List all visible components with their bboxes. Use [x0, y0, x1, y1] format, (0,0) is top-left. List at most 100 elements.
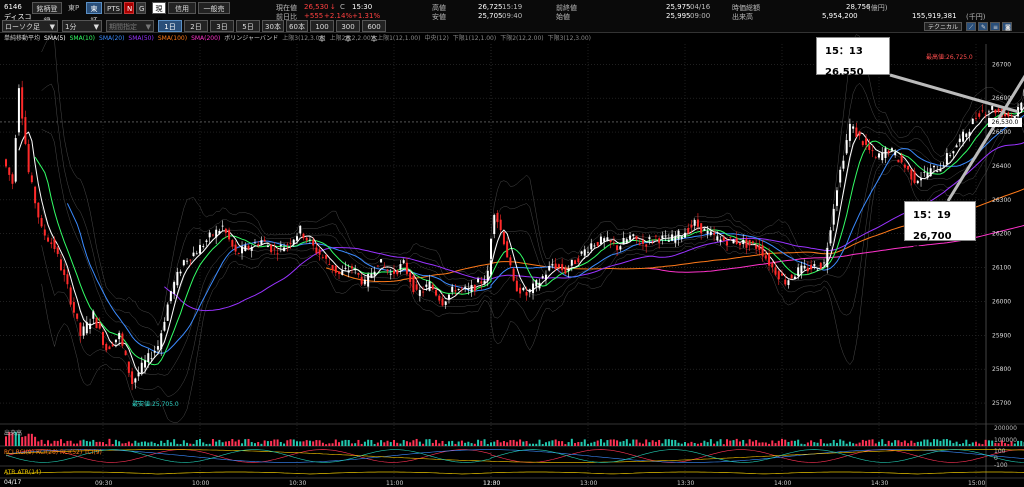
volume-bar — [325, 444, 328, 446]
candle-body — [522, 287, 525, 291]
candle-body — [525, 292, 528, 296]
volume-bar — [551, 440, 554, 446]
candle-body — [40, 218, 43, 227]
candle-body — [813, 264, 816, 266]
date-label: 04/17 — [4, 479, 22, 486]
volume-bar — [557, 441, 560, 446]
volume-bar — [431, 442, 434, 446]
candle-body — [703, 228, 706, 231]
volume-bar — [903, 440, 906, 446]
volume-bar — [538, 439, 541, 446]
candle-body — [1020, 102, 1023, 111]
volume-bar — [153, 442, 156, 446]
candle-body — [296, 236, 298, 241]
x-tick-label: 09:30 — [95, 480, 112, 487]
volume-bar — [186, 442, 189, 446]
candle-body — [438, 295, 441, 301]
volume-bar — [852, 443, 855, 446]
candle-body — [975, 117, 977, 119]
candle-body — [709, 231, 712, 235]
volume-bar — [102, 442, 104, 446]
volume-bar — [341, 440, 344, 446]
volume-bar — [716, 441, 719, 446]
volume-bar — [435, 439, 438, 446]
candle-body — [839, 169, 842, 183]
candle-body — [85, 322, 88, 334]
volume-bar — [56, 440, 59, 446]
volume-bar — [574, 443, 577, 446]
volume-bar — [412, 440, 415, 446]
candle-body — [383, 266, 386, 268]
candle-body — [984, 114, 987, 116]
candle-body — [8, 167, 11, 175]
volume-bar — [561, 441, 564, 446]
volume-bar — [654, 441, 657, 446]
candle-body — [234, 244, 237, 252]
candle-body — [380, 259, 383, 263]
candle-body — [913, 171, 916, 183]
volume-bar — [257, 441, 260, 446]
volume-bar — [43, 443, 46, 446]
volume-bar — [884, 443, 887, 446]
volume-bar — [965, 439, 968, 446]
candle-body — [5, 159, 7, 167]
candle-body — [221, 225, 224, 227]
candle-body — [515, 280, 518, 292]
candle-body — [861, 141, 864, 146]
candle-body — [781, 273, 783, 276]
volume-bar — [360, 443, 363, 446]
candle-body — [732, 239, 735, 244]
volume-bar — [768, 443, 771, 446]
volume-bar — [761, 442, 764, 446]
candle-body — [76, 313, 79, 319]
candle-body — [790, 274, 793, 279]
candle-body — [211, 234, 214, 236]
candle-body — [1004, 113, 1007, 117]
volume-bar — [829, 443, 832, 446]
volume-bar — [703, 440, 706, 446]
candle-body — [92, 311, 95, 319]
volume-bar — [208, 443, 211, 446]
volume-bar — [832, 439, 835, 446]
volume-bar — [460, 440, 463, 446]
volume-bar — [635, 439, 638, 446]
candle-body — [816, 269, 819, 271]
volume-bar — [987, 440, 990, 446]
volume-bar — [250, 442, 253, 446]
candle-body — [991, 106, 994, 110]
candle-body — [451, 286, 454, 292]
candle-body — [519, 287, 522, 294]
candle-body — [599, 236, 602, 245]
x-tick-label: 14:30 — [871, 480, 888, 487]
volume-bar — [868, 439, 871, 446]
volume-bar — [396, 442, 399, 446]
candle-body — [881, 152, 884, 161]
candle-body — [768, 254, 771, 266]
volume-bar — [418, 441, 421, 446]
candle-body — [884, 148, 887, 158]
candle-body — [477, 278, 480, 283]
volume-bar — [735, 438, 738, 446]
volume-bar — [677, 442, 680, 446]
candle-body — [907, 165, 910, 170]
candle-body — [648, 237, 651, 240]
candle-body — [435, 289, 438, 296]
candle-body — [486, 270, 489, 281]
volume-bar — [816, 442, 819, 446]
candle-body — [855, 127, 858, 138]
volume-bar — [506, 442, 509, 446]
candle-body — [506, 241, 509, 258]
volume-bar — [981, 444, 984, 446]
volume-bar — [438, 443, 441, 446]
candle-body — [473, 284, 476, 292]
candle-body — [945, 153, 948, 165]
volume-bar — [266, 441, 269, 446]
volume-bar — [690, 441, 693, 446]
volume-bar — [118, 441, 121, 446]
candle-body — [386, 269, 389, 272]
volume-bar — [234, 441, 237, 446]
candle-body — [186, 260, 189, 262]
volume-bar — [784, 439, 787, 446]
volume-bar — [441, 440, 444, 446]
volume-bar — [962, 443, 965, 446]
